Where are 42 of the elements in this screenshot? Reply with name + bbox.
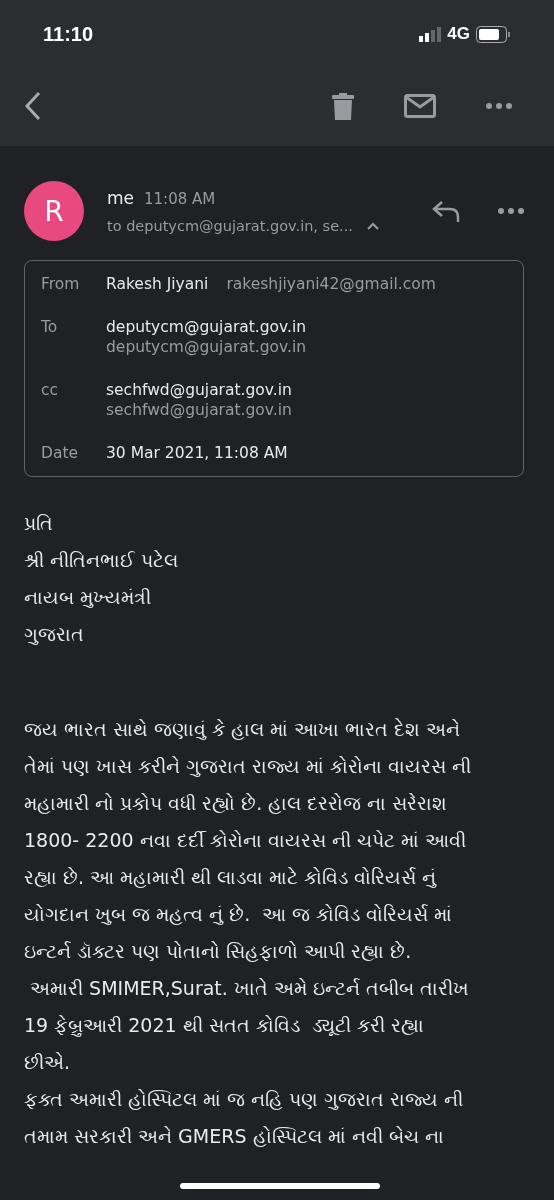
body-text-line: 1800- 2200 નવા દર્દી કોરોના વાયરસ ની ચપેટ માં આવી [24, 828, 466, 853]
network-label: 4G [447, 24, 470, 44]
recipients-summary[interactable]: to deputycm@gujarat.gov.in, se... [107, 218, 353, 234]
email-address: sechfwd@gujarat.gov.in [106, 401, 292, 419]
battery-icon [476, 25, 510, 43]
detail-label: Date [41, 444, 80, 462]
body-text-line: રહ્યા છે. આ મહામારી થી લાડવા માટે કોવિડ વોરિયર્સ નું [24, 865, 437, 890]
sender-avatar: R [24, 181, 84, 241]
body-text-line: તેમાં પણ ખાસ કરીને ગુજરાત રાજ્ય માં કોરોના વાયરસ ની [24, 754, 472, 779]
email-address: rakeshjiyani42@gmail.com [226, 275, 436, 293]
body-text-line: અમારી SMIMER,Surat. ખાતે અમે ઇન્ટર્ન તબીબ તારીખ [29, 976, 470, 1001]
detail-label: To [41, 318, 59, 336]
reply-icon[interactable] [432, 200, 460, 222]
sent-time: 11:08 AM [144, 190, 216, 208]
body-text-line: તમામ સરકારી અને GMERS હોસ્પિટલ માં નવી બેચ ના [24, 1124, 444, 1149]
detail-label: cc [41, 381, 60, 399]
body-text-line: ઇન્ટર્ન ડૉક્ટર પણ પોતાનો સિહફાળો આપી રહ્યા છે. [24, 939, 412, 964]
mail-icon[interactable] [404, 94, 436, 118]
signal-icon [419, 26, 442, 42]
salutation-line: નાયબ મુખ્યમંત્રી [24, 585, 152, 610]
email-address: deputycm@gujarat.gov.in [106, 338, 307, 356]
sender-name: me [107, 188, 135, 208]
detail-value: sechfwd@gujarat.gov.in [106, 381, 292, 399]
more-icon[interactable] [498, 208, 524, 214]
trash-icon[interactable] [332, 92, 354, 120]
back-icon[interactable] [24, 91, 42, 121]
body-text-line: જય ભારત સાથે જણાવું કે હાલ માં આખા ભારત દેશ અને [24, 717, 461, 742]
body-text-line: મહામારી નો પ્રકોપ વધી રહ્યો છે. હાલ દરરોજ ના સરેરાશ [24, 791, 448, 816]
body-text-line: 19 ફેબ્રુઆરી 2021 થી સતત કોવિડ ડ્યૂટી કરી રહ્યા [24, 1013, 424, 1039]
detail-label: From [41, 275, 81, 293]
more-icon[interactable] [486, 103, 512, 109]
detail-value: 30 Mar 2021, 11:08 AM [106, 444, 288, 462]
caret-icon[interactable] [366, 222, 379, 230]
salutation-line: પ્રતિ [24, 511, 53, 536]
detail-value: Rakesh Jiyani [106, 275, 209, 293]
detail-value: deputycm@gujarat.gov.in [106, 318, 307, 336]
body-text-line: છીએ. [24, 1050, 71, 1075]
status-time: 11:10 [43, 22, 94, 46]
salutation-line: શ્રી નીતિનભાઈ પટેલ [24, 548, 179, 573]
body-text-line: ફક્ત અમારી હોસ્પિટલ માં જ નહિ પણ ગુજરાત રાજ્ય ની [24, 1087, 464, 1112]
salutation-line: ગુજરાત [24, 622, 84, 647]
body-text-line: યોગદાન ખુબ જ મહત્વ નું છે. આ જ કોવિડ વોરિયર્સ માં [24, 902, 453, 927]
